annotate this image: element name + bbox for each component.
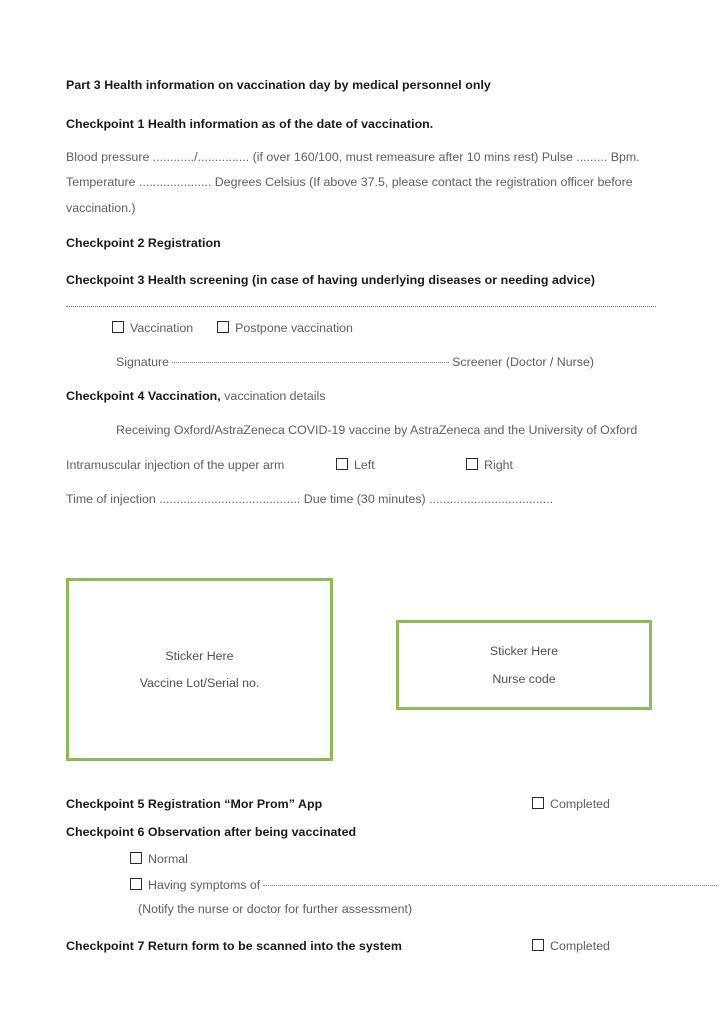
injection-site-row: Intramuscular injection of the upper arm… (66, 456, 658, 474)
observation-symptoms-row: Having symptoms of (66, 876, 720, 894)
checkbox-icon[interactable] (130, 877, 142, 890)
screening-options-row: Vaccination Postpone vaccination (66, 319, 658, 337)
screening-option-vaccination[interactable]: Vaccination (112, 319, 193, 337)
signature-label: Signature (116, 355, 170, 369)
sticker-nurse-line-1: Sticker Here (489, 644, 559, 659)
checkpoint-7-row: Checkpoint 7 Return form to be scanned i… (66, 937, 658, 957)
sticker-nurse-line-2: Nurse code (492, 671, 556, 686)
checkpoint-7-heading: Checkpoint 7 Return form to be scanned i… (66, 939, 402, 954)
signature-role-label: Screener (Doctor / Nurse) (452, 355, 594, 369)
checkpoint-7-completed[interactable]: Completed (532, 937, 610, 955)
arm-option-right-label: Right (484, 458, 513, 472)
part-title: Part 3 Health information on vaccination… (66, 78, 491, 92)
checkpoint-4-heading: Checkpoint 4 Vaccination, vaccination de… (66, 387, 658, 405)
checkbox-icon[interactable] (466, 458, 478, 470)
checkpoint-6-heading: Checkpoint 6 Observation after being vac… (66, 825, 357, 839)
sticker-box-nurse-code[interactable]: Sticker Here Nurse code (396, 620, 652, 710)
checkpoint-1-heading: Checkpoint 1 Health information as of th… (66, 116, 434, 131)
sticker-box-vaccine-lot[interactable]: Sticker Here Vaccine Lot/Serial no. (66, 578, 333, 761)
signature-input-line[interactable] (172, 362, 450, 363)
checkpoint-3-heading: Checkpoint 3 Health screening (in case o… (66, 273, 596, 288)
sticker-lot-line-2: Vaccine Lot/Serial no. (139, 676, 260, 690)
temperature-line-continued: vaccination.) (66, 200, 136, 215)
observation-option-normal-label: Normal (148, 851, 188, 866)
checkpoint-2-heading: Checkpoint 2 Registration (66, 236, 221, 251)
form-content: Part 3 Health information on vaccination… (66, 78, 658, 508)
injection-site-label: Intramuscular injection of the upper arm (66, 458, 285, 472)
observation-option-symptoms[interactable]: Having symptoms of (130, 876, 260, 894)
checkbox-icon[interactable] (532, 939, 544, 952)
signature-row: Signature Screener (Doctor / Nurse) (66, 355, 594, 371)
checkbox-icon[interactable] (532, 797, 544, 809)
observation-option-symptoms-label: Having symptoms of (148, 877, 261, 892)
checkbox-icon[interactable] (112, 321, 124, 333)
checkpoint-5-heading: Checkpoint 5 Registration “Mor Prom” App (66, 797, 323, 811)
checkpoint-5-completed-label: Completed (550, 797, 610, 811)
checkbox-icon[interactable] (130, 851, 142, 864)
arm-option-left-label: Left (354, 458, 375, 472)
checkbox-icon[interactable] (217, 321, 230, 333)
arm-option-right[interactable]: Right (466, 456, 513, 474)
temperature-line: Temperature ..................... Degree… (66, 175, 633, 190)
arm-option-left[interactable]: Left (336, 456, 375, 474)
observation-normal-row: Normal (66, 850, 658, 868)
checkpoint-5-completed[interactable]: Completed (532, 795, 610, 813)
screening-option-vaccination-label: Vaccination (130, 321, 194, 335)
observation-option-normal[interactable]: Normal (130, 850, 188, 868)
injection-time-line: Time of injection ......................… (66, 492, 554, 506)
checkbox-icon[interactable] (336, 458, 348, 470)
bottom-checkpoints: Checkpoint 5 Registration “Mor Prom” App… (66, 795, 717, 957)
vaccine-description-line: Receiving Oxford/AstraZeneca COVID-19 va… (116, 422, 638, 437)
screening-option-postpone-label: Postpone vaccination (235, 321, 353, 335)
blood-pressure-line: Blood pressure ............/............… (66, 149, 640, 164)
checkpoint-5-row: Checkpoint 5 Registration “Mor Prom” App… (66, 795, 658, 815)
symptoms-input-line[interactable] (263, 884, 717, 886)
checkpoint-4-heading-regular: vaccination details (220, 388, 326, 403)
form-page: Part 3 Health information on vaccination… (0, 0, 724, 1024)
sticker-lot-line-1: Sticker Here (165, 648, 234, 663)
checkpoint-7-completed-label: Completed (550, 939, 610, 954)
observation-note: (Notify the nurse or doctor for further … (138, 901, 413, 916)
checkpoint-4-heading-bold: Checkpoint 4 Vaccination, (66, 388, 221, 403)
screening-option-postpone[interactable]: Postpone vaccination (217, 319, 353, 337)
